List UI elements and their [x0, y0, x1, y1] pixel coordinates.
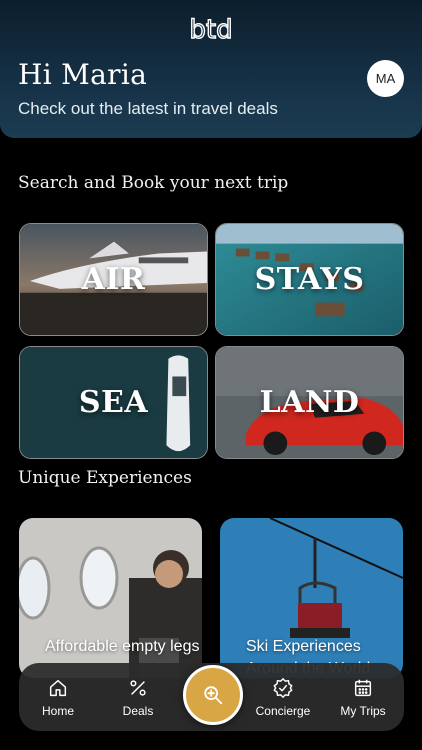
air-card[interactable]: AIR	[19, 223, 208, 336]
experiences-section-title: Unique Experiences	[18, 468, 192, 488]
stays-card-label: STAYS	[254, 262, 365, 297]
stays-card[interactable]: STAYS	[215, 223, 404, 336]
empty-legs-card-label: Affordable empty legs	[45, 638, 200, 655]
land-card-label: LAND	[259, 385, 360, 420]
badge-check-icon	[273, 677, 293, 698]
nav-my-trips-label: My Trips	[340, 703, 386, 718]
header: btd Hi Maria Check out the latest in tra…	[0, 0, 422, 138]
nav-deals[interactable]: Deals	[100, 663, 176, 731]
ski-experiences-card[interactable]: Ski Experiences Around the World	[220, 518, 403, 678]
nav-concierge[interactable]: Concierge	[245, 663, 321, 731]
nav-my-trips[interactable]: My Trips	[325, 663, 401, 731]
nav-concierge-label: Concierge	[255, 703, 311, 718]
logo-text: btd	[189, 15, 232, 44]
greeting-title: Hi Maria	[18, 58, 148, 91]
nav-deals-label: Deals	[122, 703, 154, 718]
search-icon	[204, 686, 223, 705]
air-card-label: AIR	[81, 262, 146, 297]
avatar[interactable]: MA	[367, 60, 404, 97]
calendar-icon	[354, 679, 372, 696]
sea-card-label: SEA	[78, 385, 149, 420]
nav-home-label: Home	[41, 703, 74, 718]
search-button[interactable]	[183, 665, 243, 725]
empty-legs-card[interactable]: Affordable empty legs	[19, 518, 202, 678]
home-icon	[49, 679, 67, 696]
percent-icon	[130, 679, 146, 696]
booking-section-title: Search and Book your next trip	[18, 173, 289, 193]
sea-card[interactable]: SEA	[19, 346, 208, 459]
btd-logo: btd	[189, 14, 234, 44]
greeting-subtitle: Check out the latest in travel deals	[18, 99, 278, 118]
land-card[interactable]: LAND	[215, 346, 404, 459]
nav-home[interactable]: Home	[20, 663, 96, 731]
